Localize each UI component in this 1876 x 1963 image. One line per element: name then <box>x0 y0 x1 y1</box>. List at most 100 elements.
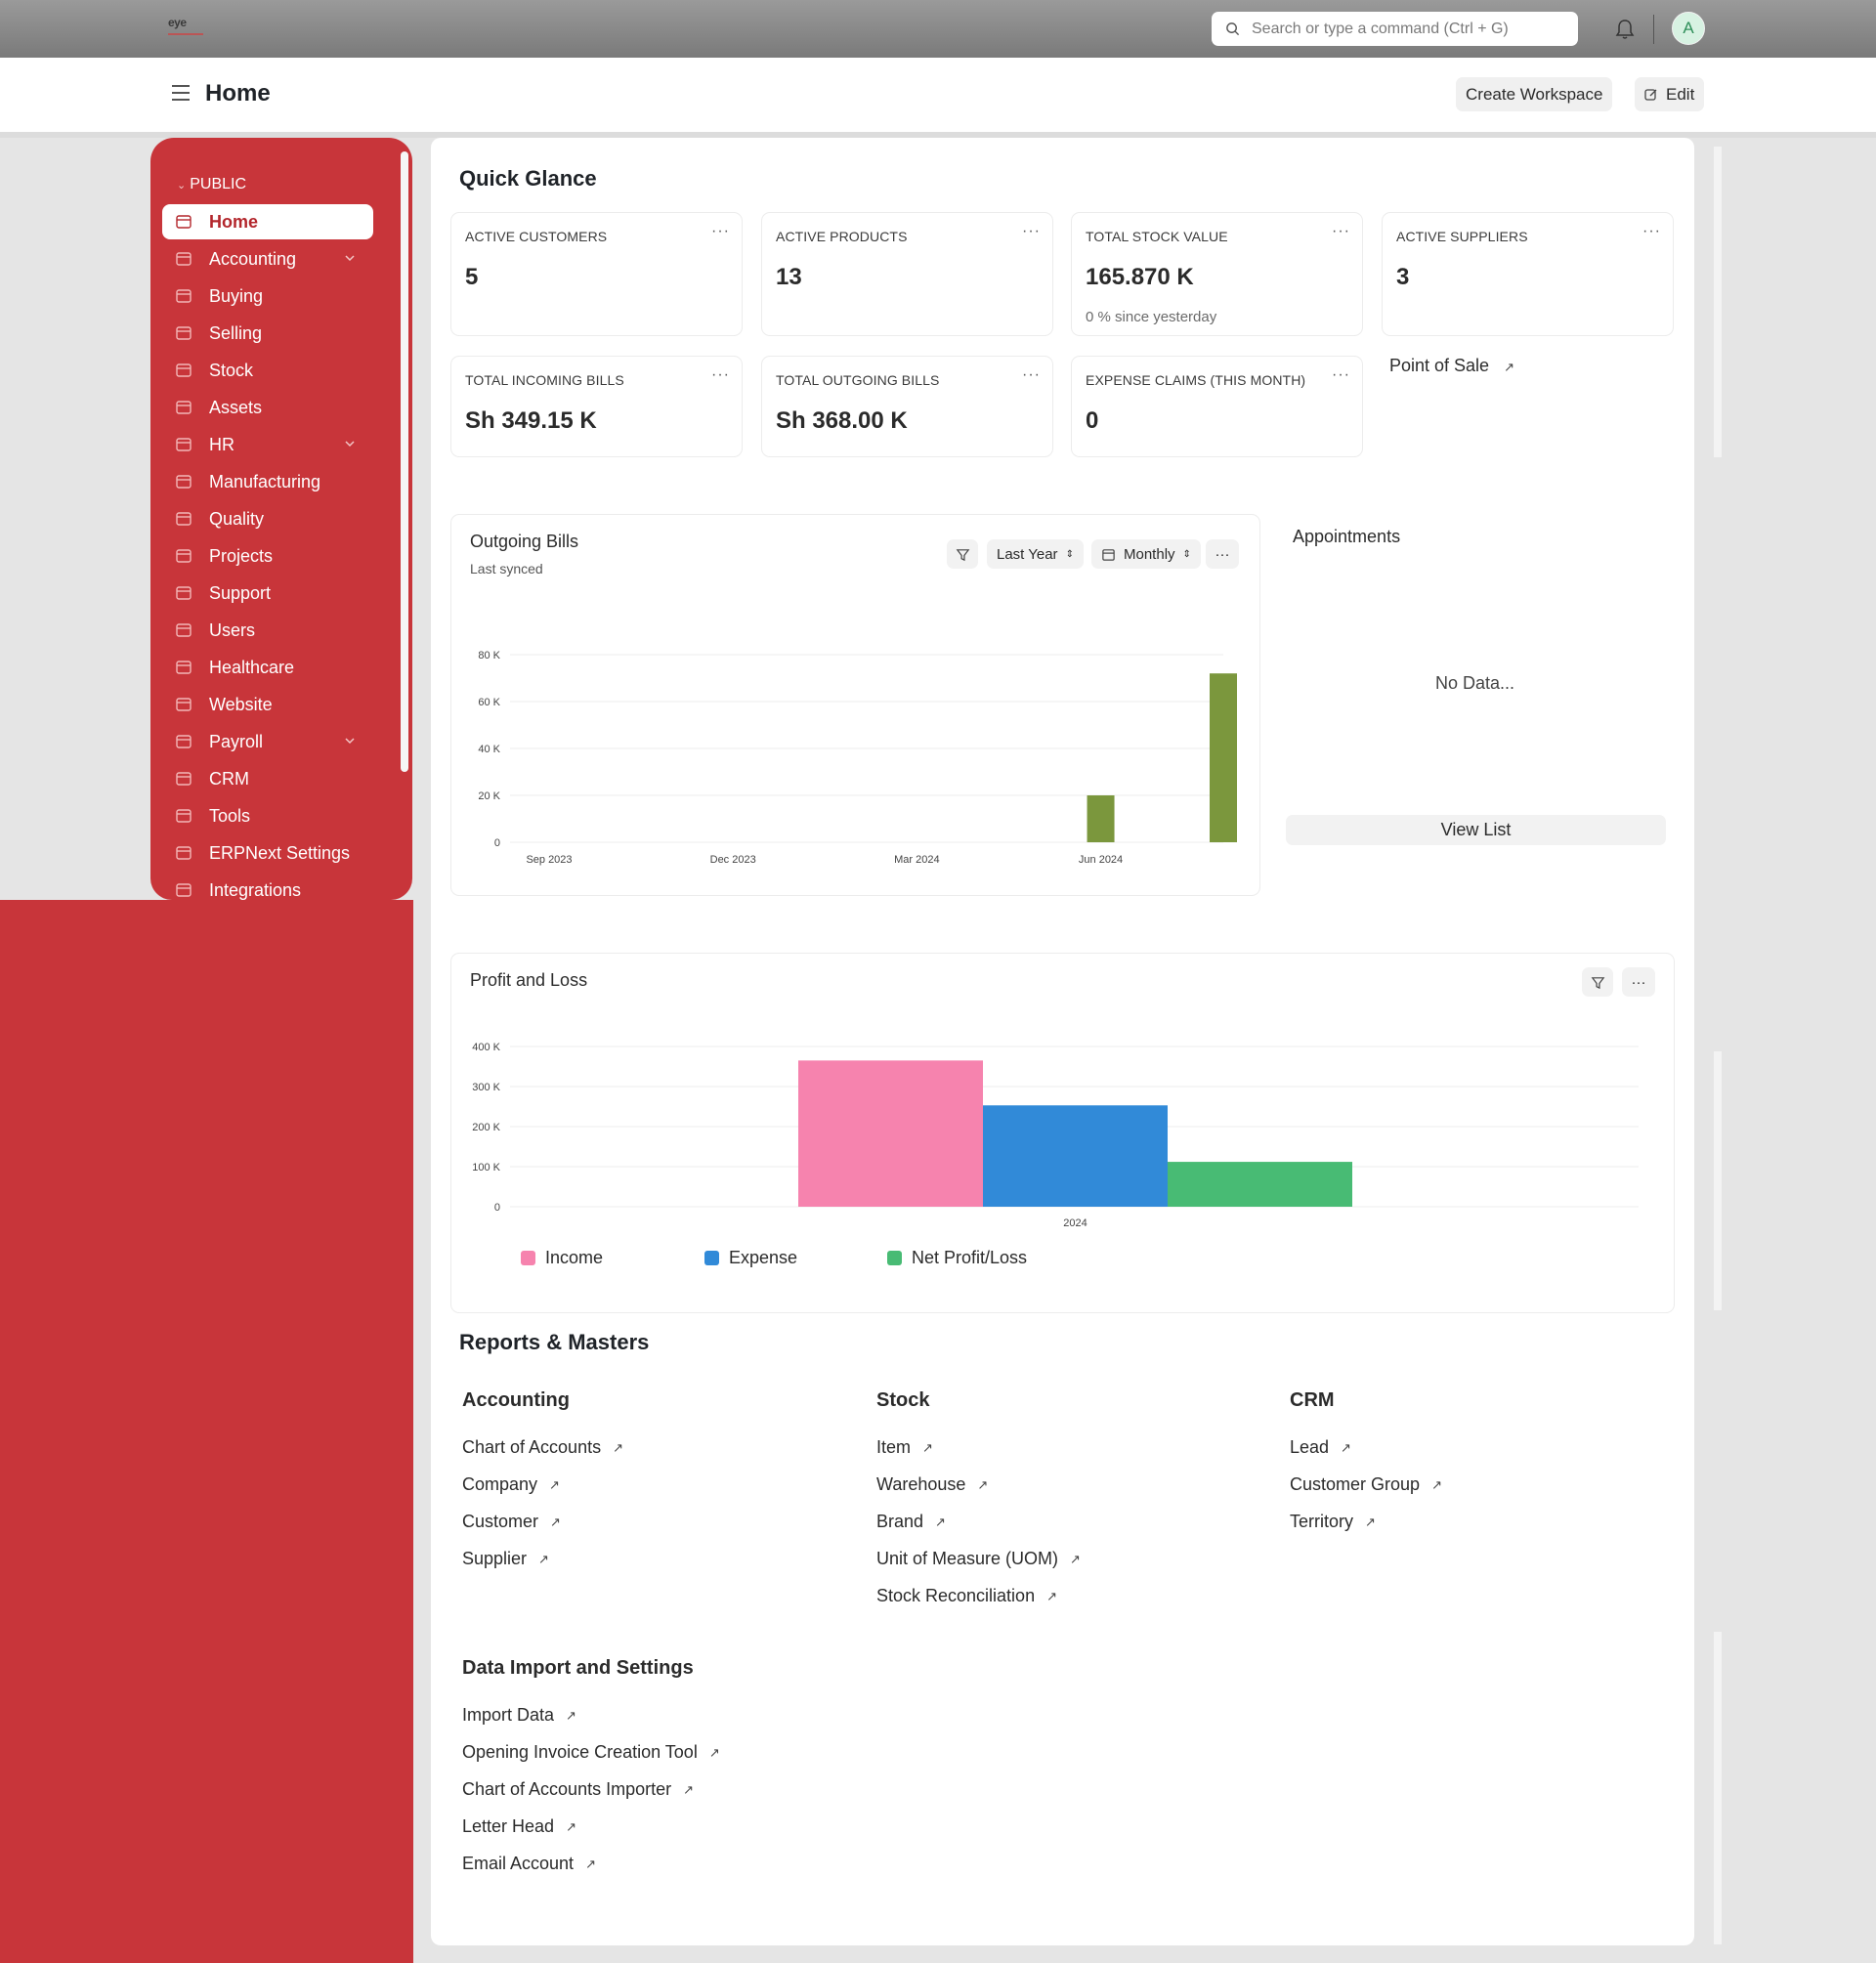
page-scrollbar-track[interactable] <box>1714 1632 1722 1944</box>
more-options-icon[interactable]: ··· <box>1022 223 1041 240</box>
hamburger-menu-icon[interactable] <box>172 85 190 101</box>
report-link[interactable]: Unit of Measure (UOM) ↗ <box>876 1549 1081 1569</box>
stat-label: ACTIVE CUSTOMERS <box>465 229 608 244</box>
filter-button[interactable] <box>947 539 978 569</box>
sidebar-item-users[interactable]: Users <box>162 613 373 648</box>
sidebar-item-support[interactable]: Support <box>162 576 373 611</box>
sidebar-item-buying[interactable]: Buying <box>162 278 373 314</box>
stat-card[interactable]: ACTIVE SUPPLIERS ··· 3 <box>1382 212 1674 336</box>
stat-card[interactable]: ACTIVE PRODUCTS ··· 13 <box>761 212 1053 336</box>
sidebar-item-website[interactable]: Website <box>162 687 373 722</box>
more-options-icon[interactable]: ··· <box>1022 366 1041 384</box>
legend-label: Income <box>545 1248 604 1267</box>
chart-more-button[interactable]: ··· <box>1206 539 1239 569</box>
chevron-down-icon[interactable] <box>344 252 356 264</box>
assets-icon <box>173 398 194 417</box>
bell-icon[interactable] <box>1615 19 1635 40</box>
sidebar-item-selling[interactable]: Selling <box>162 316 373 351</box>
bar-expense[interactable] <box>983 1105 1168 1207</box>
user-avatar[interactable]: A <box>1672 12 1705 45</box>
more-options-icon[interactable]: ··· <box>1642 223 1661 240</box>
sidebar-item-payroll[interactable]: Payroll <box>162 724 373 759</box>
view-list-button[interactable]: View List <box>1286 815 1666 845</box>
more-options-icon[interactable]: ··· <box>711 223 730 240</box>
sidebar-item-projects[interactable]: Projects <box>162 538 373 574</box>
report-link[interactable]: Letter Head ↗ <box>462 1816 576 1837</box>
external-link-icon: ↗ <box>566 1707 576 1723</box>
stat-card[interactable]: TOTAL STOCK VALUE ··· 165.870 K 0 % sinc… <box>1071 212 1363 336</box>
sidebar-item-stock[interactable]: Stock <box>162 353 373 388</box>
sidebar-item-accounting[interactable]: Accounting <box>162 241 373 277</box>
time-interval-select[interactable]: Monthly ⇕ <box>1091 539 1201 569</box>
report-link[interactable]: Import Data ↗ <box>462 1705 576 1726</box>
stat-label: TOTAL OUTGOING BILLS <box>776 372 940 388</box>
report-link-label: Import Data <box>462 1705 555 1725</box>
report-link[interactable]: Brand ↗ <box>876 1512 946 1532</box>
bar[interactable] <box>1087 795 1115 842</box>
report-link[interactable]: Customer ↗ <box>462 1512 561 1532</box>
app-logo[interactable]: eye <box>168 16 207 41</box>
sort-arrows-icon: ⇕ <box>1065 548 1074 560</box>
report-link[interactable]: Lead ↗ <box>1290 1437 1351 1458</box>
profit-loss-chart-card: Profit and Loss ··· 0 100 K 200 K 300 K 400 … <box>450 953 1675 1313</box>
bar-net-profit-loss[interactable] <box>1168 1162 1352 1207</box>
chart-title: Profit and Loss <box>470 970 588 990</box>
report-link[interactable]: Stock Reconciliation ↗ <box>876 1586 1057 1606</box>
sidebar-item-home[interactable]: Home <box>162 204 373 239</box>
stat-card[interactable]: TOTAL INCOMING BILLS ··· Sh 349.15 K <box>450 356 743 457</box>
report-link[interactable]: Opening Invoice Creation Tool ↗ <box>462 1742 720 1763</box>
tools-icon <box>173 806 194 826</box>
report-link[interactable]: Supplier ↗ <box>462 1549 549 1569</box>
sidebar-item-integrations[interactable]: Integrations <box>162 873 373 908</box>
stat-card[interactable]: TOTAL OUTGOING BILLS ··· Sh 368.00 K <box>761 356 1053 457</box>
page-scrollbar-track[interactable] <box>1714 147 1722 457</box>
sidebar-section-public[interactable]: ⌄ PUBLIC <box>177 176 246 193</box>
create-workspace-button[interactable]: Create Workspace <box>1456 77 1613 111</box>
shortcut-label: Point of Sale <box>1389 356 1490 375</box>
sidebar-item-tools[interactable]: Tools <box>162 798 373 833</box>
more-options-icon[interactable]: ··· <box>711 366 730 384</box>
sidebar-item-hr[interactable]: HR <box>162 427 373 462</box>
chart-more-button[interactable]: ··· <box>1622 967 1655 997</box>
report-link-label: Company <box>462 1474 538 1494</box>
accounting-icon <box>173 249 194 269</box>
report-link[interactable]: Chart of Accounts Importer ↗ <box>462 1779 694 1800</box>
sidebar-item-manufacturing[interactable]: Manufacturing <box>162 464 373 499</box>
sidebar-scrollbar[interactable] <box>401 151 408 772</box>
report-link[interactable]: Company ↗ <box>462 1474 560 1495</box>
edit-button[interactable]: Edit <box>1635 77 1705 111</box>
crm-icon <box>173 769 194 789</box>
more-options-icon[interactable]: ··· <box>1332 366 1350 384</box>
report-link-label: Supplier <box>462 1549 528 1568</box>
search-input[interactable] <box>1252 20 1564 38</box>
page-scrollbar-track[interactable] <box>1714 1051 1722 1310</box>
quick-glance-title: Quick Glance <box>459 166 597 191</box>
stat-card[interactable]: EXPENSE CLAIMS (THIS MONTH) ··· 0 <box>1071 356 1363 457</box>
support-icon <box>173 583 194 603</box>
bar-income[interactable] <box>798 1060 983 1207</box>
chevron-down-icon[interactable] <box>344 735 356 747</box>
sidebar-item-erpnext-settings[interactable]: ERPNext Settings <box>162 835 373 871</box>
search-bar[interactable] <box>1212 12 1578 46</box>
report-link[interactable]: Chart of Accounts ↗ <box>462 1437 623 1458</box>
report-link[interactable]: Item ↗ <box>876 1437 933 1458</box>
report-link[interactable]: Customer Group ↗ <box>1290 1474 1442 1495</box>
report-link-label: Letter Head <box>462 1816 555 1836</box>
report-link[interactable]: Territory ↗ <box>1290 1512 1376 1532</box>
stat-card[interactable]: ACTIVE CUSTOMERS ··· 5 <box>450 212 743 336</box>
chevron-down-icon[interactable] <box>344 438 356 449</box>
sidebar-item-assets[interactable]: Assets <box>162 390 373 425</box>
report-link[interactable]: Warehouse ↗ <box>876 1474 988 1495</box>
sidebar-item-healthcare[interactable]: Healthcare <box>162 650 373 685</box>
filter-button[interactable] <box>1582 967 1613 997</box>
sidebar-item-label: HR <box>209 434 234 454</box>
point-of-sale-shortcut[interactable]: Point of Sale ↗ <box>1389 356 1514 376</box>
sidebar-item-label: Selling <box>209 322 263 343</box>
external-link-icon: ↗ <box>935 1514 946 1529</box>
more-options-icon[interactable]: ··· <box>1332 223 1350 240</box>
report-link[interactable]: Email Account ↗ <box>462 1854 596 1874</box>
bar[interactable] <box>1210 673 1237 842</box>
sidebar-item-crm[interactable]: CRM <box>162 761 373 796</box>
sidebar-item-quality[interactable]: Quality <box>162 501 373 536</box>
time-range-select[interactable]: Last Year ⇕ <box>987 539 1084 569</box>
